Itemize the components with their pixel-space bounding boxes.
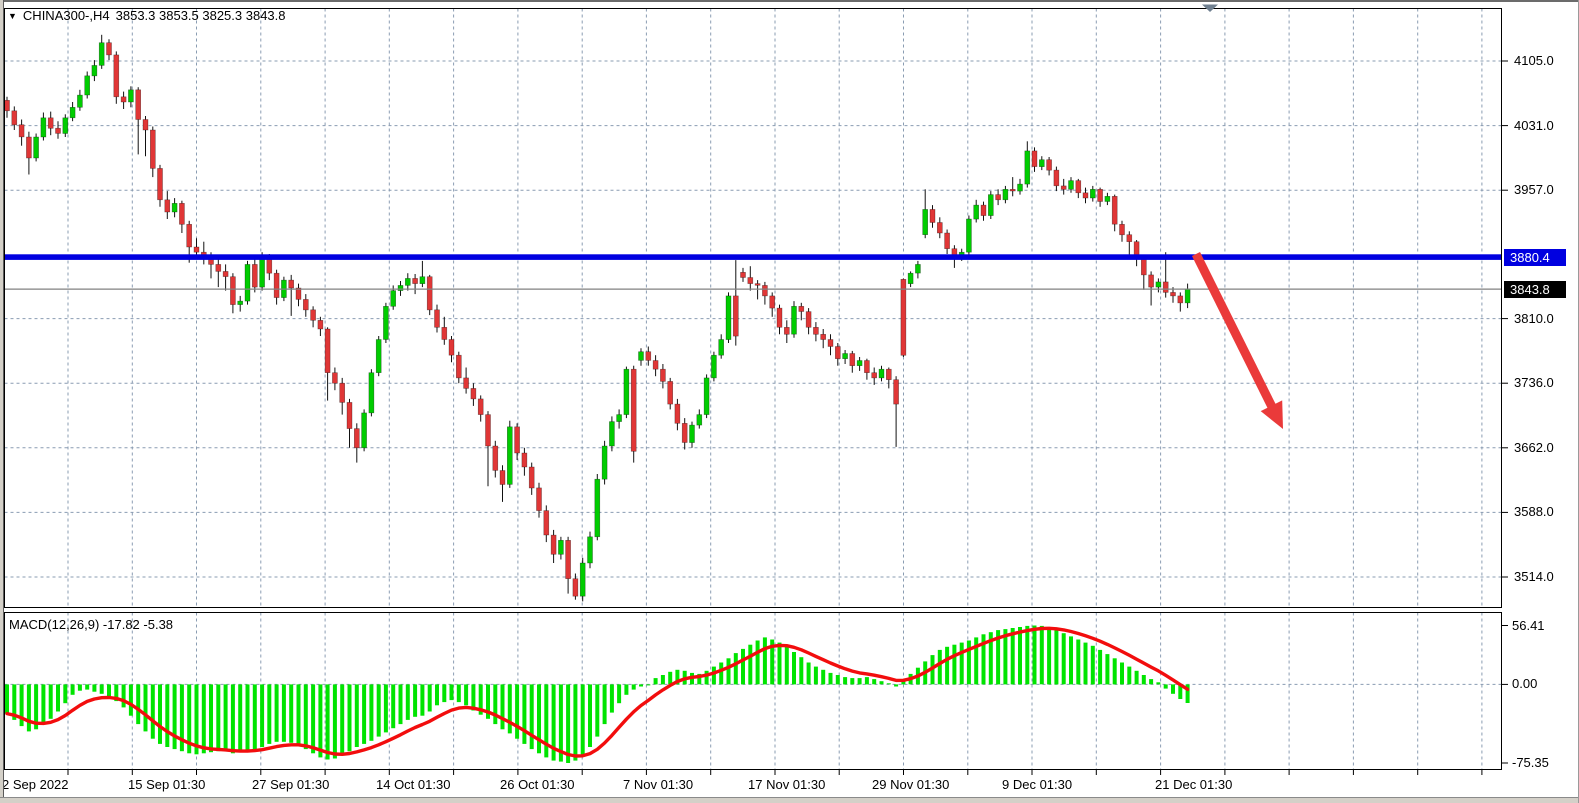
window-bottom-edge xyxy=(0,797,1579,803)
symbol-period-label: CHINA300-,H4 xyxy=(23,8,110,23)
chart-canvas[interactable] xyxy=(0,0,1579,803)
macd-indicator-label: MACD(12,26,9) -17.82 -5.38 xyxy=(9,617,173,632)
trend-arrow-annotation[interactable] xyxy=(1196,254,1283,429)
ohlc-quote-label: 3853.3 3853.5 3825.3 3843.8 xyxy=(116,8,286,23)
time-axis-label: 17 Nov 01:30 xyxy=(748,777,825,792)
price-tick-label: 3810.0 xyxy=(1514,311,1554,326)
chart-collapse-icon[interactable]: ▼ xyxy=(8,11,17,21)
window-left-edge xyxy=(0,0,4,803)
time-axis-label: 26 Oct 01:30 xyxy=(500,777,574,792)
main-panel-border xyxy=(5,9,1502,608)
macd-panel-border xyxy=(5,613,1502,770)
price-tick-label: 4105.0 xyxy=(1514,53,1554,68)
time-axis-label: 2 Sep 2022 xyxy=(2,777,69,792)
mt4-chart-window: ▼ CHINA300-,H4 3853.3 3853.5 3825.3 3843… xyxy=(0,0,1579,803)
price-tick-label: 3957.0 xyxy=(1514,182,1554,197)
chart-title-bar: ▼ CHINA300-,H4 3853.3 3853.5 3825.3 3843… xyxy=(8,8,286,23)
hline-price-badge: 3880.4 xyxy=(1504,249,1566,266)
time-axis-label: 29 Nov 01:30 xyxy=(872,777,949,792)
time-axis-label: 21 Dec 01:30 xyxy=(1155,777,1232,792)
window-top-edge xyxy=(0,0,1579,2)
current-price-badge: 3843.8 xyxy=(1504,281,1566,298)
macd-histogram xyxy=(5,626,1190,764)
time-axis-label: 9 Dec 01:30 xyxy=(1002,777,1072,792)
horizontal-blue-line[interactable] xyxy=(5,254,1502,260)
time-axis-label: 27 Sep 01:30 xyxy=(252,777,329,792)
macd-scale-label: -75.35 xyxy=(1512,755,1549,770)
candlestick-series xyxy=(5,35,1191,602)
time-axis-label: 15 Sep 01:30 xyxy=(128,777,205,792)
price-tick-label: 4031.0 xyxy=(1514,118,1554,133)
macd-scale-label: 56.41 xyxy=(1512,618,1545,633)
price-tick-label: 3588.0 xyxy=(1514,504,1554,519)
macd-scale-label: 0.00 xyxy=(1512,676,1537,691)
price-tick-label: 3662.0 xyxy=(1514,440,1554,455)
price-tick-label: 3514.0 xyxy=(1514,569,1554,584)
price-tick-label: 3736.0 xyxy=(1514,375,1554,390)
time-axis-label: 7 Nov 01:30 xyxy=(623,777,693,792)
time-axis-label: 14 Oct 01:30 xyxy=(376,777,450,792)
